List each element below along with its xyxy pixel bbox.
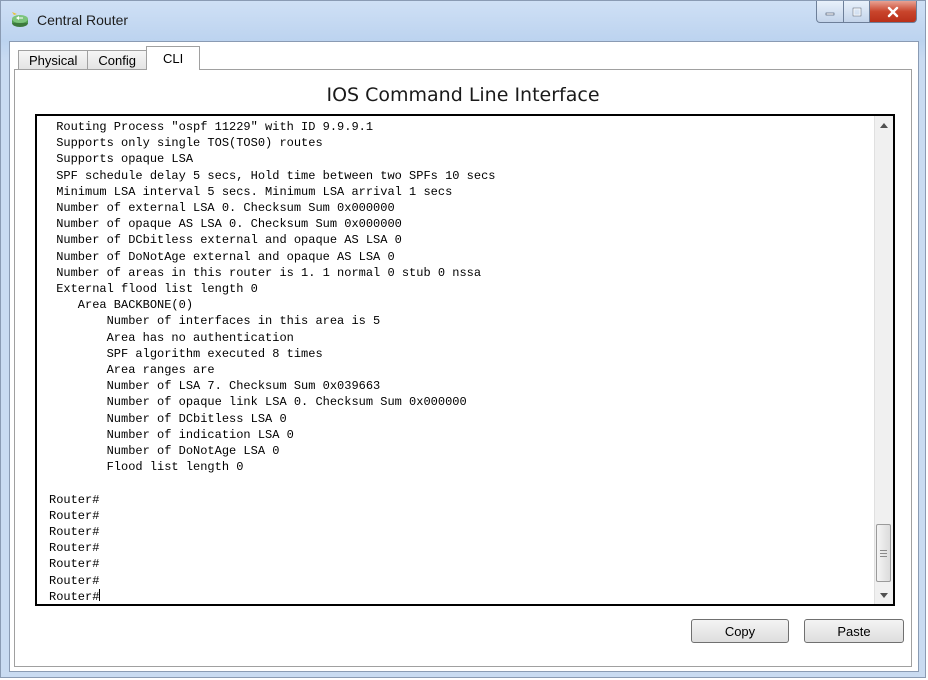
window-controls (816, 1, 917, 23)
router-icon (12, 12, 28, 27)
copy-button[interactable]: Copy (691, 619, 789, 643)
console-output[interactable]: Routing Process "ospf 11229" with ID 9.9… (49, 119, 496, 604)
text-cursor (99, 588, 101, 601)
close-button[interactable] (870, 1, 917, 23)
scroll-down-arrow-icon (880, 592, 888, 598)
console-output-text: Routing Process "ospf 11229" with ID 9.9… (49, 120, 496, 604)
cli-panel: IOS Command Line Interface Routing Proce… (14, 69, 912, 667)
tab-cli[interactable]: CLI (146, 46, 201, 70)
app-window: Central Router Physical Config CLI IOS C… (0, 0, 926, 678)
grip-icon (880, 549, 887, 557)
page-title: IOS Command Line Interface (326, 84, 600, 106)
paste-button[interactable]: Paste (804, 619, 904, 643)
vertical-scrollbar[interactable] (874, 116, 893, 604)
scroll-down-button[interactable] (875, 586, 893, 604)
scroll-up-button[interactable] (875, 116, 893, 134)
scroll-thumb[interactable] (876, 524, 891, 582)
window-title: Central Router (37, 12, 129, 28)
title-bar[interactable]: Central Router (1, 1, 925, 41)
scroll-up-arrow-icon (880, 122, 888, 128)
tab-config[interactable]: Config (87, 50, 147, 70)
tab-bar: Physical Config CLI (18, 46, 201, 70)
tab-physical[interactable]: Physical (18, 50, 89, 70)
maximize-icon (852, 7, 861, 16)
cli-console[interactable]: Routing Process "ospf 11229" with ID 9.9… (35, 114, 895, 606)
close-icon (887, 6, 899, 17)
maximize-button[interactable] (844, 1, 870, 23)
minimize-icon (825, 12, 835, 15)
minimize-button[interactable] (816, 1, 844, 23)
client-area: Physical Config CLI IOS Command Line Int… (9, 41, 919, 672)
